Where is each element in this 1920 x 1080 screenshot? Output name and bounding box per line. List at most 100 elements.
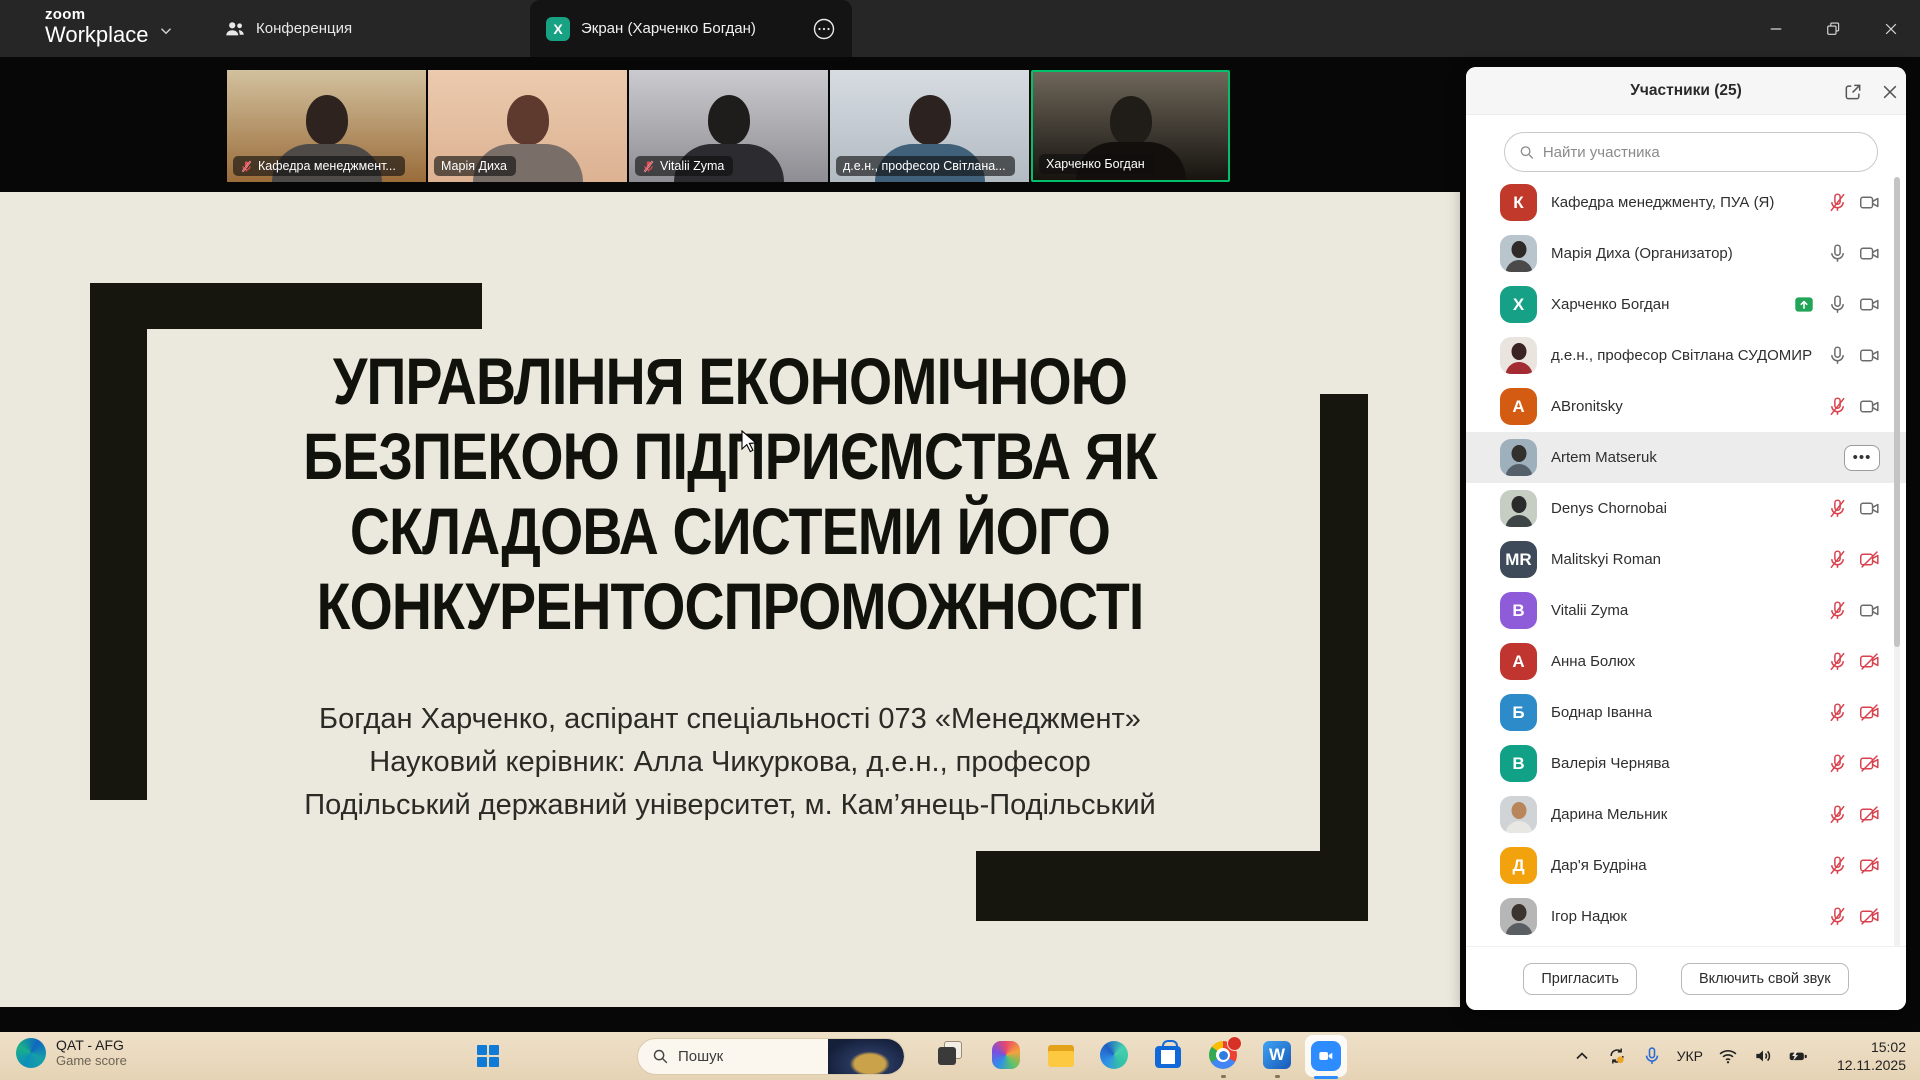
- participant-row[interactable]: д.е.н., професор Світлана СУДОМИР: [1466, 330, 1906, 381]
- slide-decoration-top-bar: [90, 283, 482, 329]
- chrome-button[interactable]: [1209, 1041, 1239, 1071]
- mic-muted-icon[interactable]: [1827, 753, 1848, 774]
- participant-search-input[interactable]: [1543, 144, 1863, 161]
- participant-row[interactable]: Дарина Мельник: [1466, 789, 1906, 840]
- file-explorer-button[interactable]: [1046, 1041, 1076, 1071]
- taskbar-widget[interactable]: QAT - AFG Game score: [16, 1037, 127, 1068]
- zoom-app-button[interactable]: [1311, 1041, 1341, 1071]
- camera-off-icon[interactable]: [1859, 753, 1880, 774]
- tray-chevron-up-icon[interactable]: [1572, 1046, 1592, 1066]
- mic-muted-icon[interactable]: [1827, 804, 1848, 825]
- tab-meeting[interactable]: Конференция: [210, 0, 366, 57]
- sync-update-icon[interactable]: [1607, 1046, 1627, 1066]
- copilot-button[interactable]: [992, 1041, 1022, 1071]
- participant-name: Malitskyi Roman: [1551, 551, 1827, 568]
- unmute-self-button[interactable]: Включить свой звук: [1681, 963, 1849, 995]
- slide-decoration-bottom-bar: [976, 851, 1368, 921]
- participant-status-icons: [1827, 651, 1880, 672]
- participant-row[interactable]: A ABronitsky: [1466, 381, 1906, 432]
- participants-panel: Участники (25) К Кафедра менеджменту, ПУ…: [1466, 67, 1906, 1010]
- mic-muted-icon[interactable]: [1827, 498, 1848, 519]
- restore-button[interactable]: [1818, 14, 1848, 44]
- participant-row[interactable]: Denys Chornobai: [1466, 483, 1906, 534]
- video-tile[interactable]: Vitalii Zyma: [629, 70, 828, 182]
- search-highlight-image[interactable]: [828, 1038, 904, 1075]
- participant-status-icons: [1827, 345, 1880, 366]
- invite-button[interactable]: Пригласить: [1523, 963, 1637, 995]
- minimize-button[interactable]: [1761, 14, 1791, 44]
- camera-on-icon[interactable]: [1859, 396, 1880, 417]
- tray-microphone-icon[interactable]: [1642, 1046, 1662, 1066]
- camera-on-icon[interactable]: [1859, 345, 1880, 366]
- mic-on-icon[interactable]: [1827, 243, 1848, 264]
- mic-muted-icon: [642, 160, 655, 173]
- camera-off-icon[interactable]: [1859, 804, 1880, 825]
- battery-icon[interactable]: [1788, 1046, 1808, 1066]
- task-view-button[interactable]: [938, 1041, 968, 1071]
- participant-row[interactable]: Artem Matseruk •••: [1466, 432, 1906, 483]
- participant-avatar: А: [1500, 643, 1537, 680]
- camera-off-icon[interactable]: [1859, 549, 1880, 570]
- mic-on-icon[interactable]: [1827, 345, 1848, 366]
- participant-row[interactable]: X Харченко Богдан: [1466, 279, 1906, 330]
- wifi-icon[interactable]: [1718, 1046, 1738, 1066]
- camera-off-icon[interactable]: [1859, 651, 1880, 672]
- close-panel-icon[interactable]: [1880, 82, 1900, 102]
- edge-button[interactable]: [1100, 1041, 1130, 1071]
- participant-row[interactable]: Ігор Надюк: [1466, 891, 1906, 942]
- camera-on-icon[interactable]: [1859, 498, 1880, 519]
- tab-screen-share[interactable]: X Экран (Харченко Богдан): [530, 0, 852, 57]
- tab-more-icon[interactable]: [812, 17, 836, 41]
- taskbar-clock[interactable]: 15:02 12.11.2025: [1837, 1038, 1906, 1074]
- participant-row[interactable]: MR Malitskyi Roman: [1466, 534, 1906, 585]
- participant-name: Валерія Чернява: [1551, 755, 1827, 772]
- pop-out-icon[interactable]: [1843, 82, 1863, 102]
- participant-row[interactable]: В Валерія Чернява: [1466, 738, 1906, 789]
- microsoft-store-button[interactable]: [1155, 1041, 1185, 1071]
- restore-icon: [1824, 20, 1842, 38]
- camera-off-icon[interactable]: [1859, 906, 1880, 927]
- participant-row[interactable]: Марія Диха (Организатор): [1466, 228, 1906, 279]
- mic-muted-icon[interactable]: [1827, 600, 1848, 621]
- scrollbar-thumb[interactable]: [1894, 177, 1900, 647]
- video-tile[interactable]: Харченко Богдан: [1031, 70, 1230, 182]
- start-button[interactable]: [477, 1045, 500, 1068]
- participant-row[interactable]: А Анна Болюх: [1466, 636, 1906, 687]
- participant-row[interactable]: К Кафедра менеджменту, ПУА (Я): [1466, 177, 1906, 228]
- participant-avatar: [1500, 235, 1537, 272]
- video-tile[interactable]: Марія Диха: [428, 70, 627, 182]
- participant-status-icons: [1827, 804, 1880, 825]
- mic-muted-icon[interactable]: [1827, 702, 1848, 723]
- participant-row[interactable]: B Vitalii Zyma: [1466, 585, 1906, 636]
- participant-row[interactable]: Д Дар'я Будріна: [1466, 840, 1906, 891]
- mic-muted-icon[interactable]: [1827, 855, 1848, 876]
- language-indicator[interactable]: УКР: [1677, 1048, 1703, 1064]
- mic-muted-icon[interactable]: [1827, 651, 1848, 672]
- chevron-down-icon[interactable]: [157, 22, 175, 40]
- video-tile[interactable]: Кафедра менеджмент...: [227, 70, 426, 182]
- camera-on-icon[interactable]: [1859, 192, 1880, 213]
- word-button[interactable]: W: [1263, 1041, 1293, 1071]
- speaker-icon[interactable]: [1753, 1046, 1773, 1066]
- participant-row[interactable]: Б Боднар Іванна: [1466, 687, 1906, 738]
- video-tile-nameplate: Vitalii Zyma: [635, 156, 733, 176]
- mic-muted-icon[interactable]: [1827, 192, 1848, 213]
- participant-name: Artem Matseruk: [1551, 449, 1844, 466]
- participant-more-button[interactable]: •••: [1844, 445, 1880, 471]
- mic-muted-icon[interactable]: [1827, 396, 1848, 417]
- video-tile[interactable]: д.е.н., професор Світлана...: [830, 70, 1029, 182]
- taskbar-search[interactable]: Пошук: [637, 1038, 905, 1075]
- camera-off-icon[interactable]: [1859, 855, 1880, 876]
- camera-off-icon[interactable]: [1859, 702, 1880, 723]
- camera-on-icon[interactable]: [1859, 243, 1880, 264]
- participant-name: Дарина Мельник: [1551, 806, 1827, 823]
- mic-muted-icon[interactable]: [1827, 549, 1848, 570]
- camera-on-icon[interactable]: [1859, 294, 1880, 315]
- camera-on-icon[interactable]: [1859, 600, 1880, 621]
- video-tile-name: Кафедра менеджмент...: [258, 159, 396, 173]
- mic-muted-icon[interactable]: [1827, 906, 1848, 927]
- participant-search[interactable]: [1504, 132, 1878, 172]
- close-window-button[interactable]: [1876, 14, 1906, 44]
- tab-meeting-label: Конференция: [256, 20, 352, 37]
- mic-on-icon[interactable]: [1827, 294, 1848, 315]
